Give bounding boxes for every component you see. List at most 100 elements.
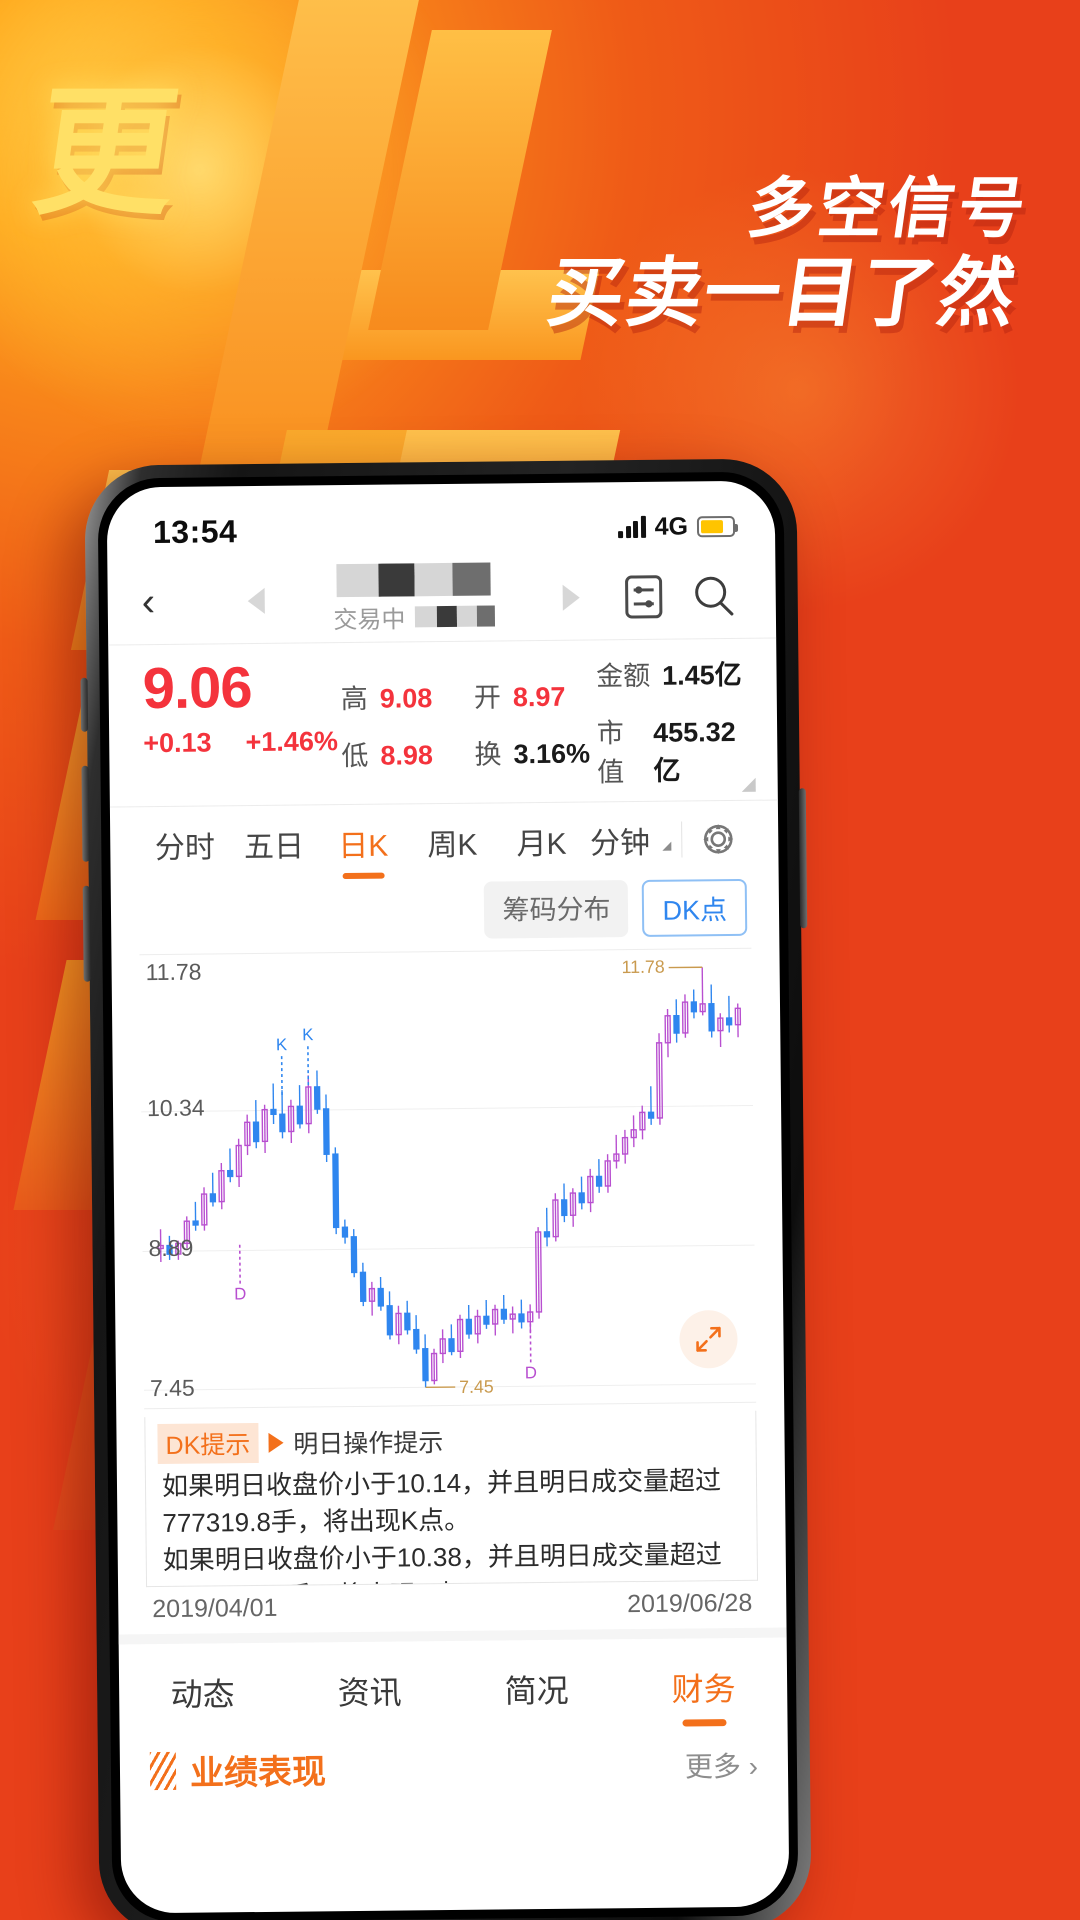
chip-dk-point[interactable]: DK点 [642,878,748,937]
quote-field-amount: 金额 1.45亿 [596,653,743,694]
tab-month-k[interactable]: 月K [497,819,587,880]
chart-overlay-chips: 筹码分布 DK点 [111,877,780,955]
slogan-line-1: 多空信号 [742,170,1034,247]
quote-value: 3.16% [513,737,591,769]
quote-value: 8.98 [380,739,434,771]
quote-value: 455.32亿 [652,716,736,786]
slogan-line-2: 买卖一目了然 [542,247,1023,337]
quote-label: 市值 [596,718,625,788]
tab-label: 分钟 [589,826,651,861]
quote-field-open: 开 8.97 [474,674,597,714]
status-badge: DK提示 [157,1423,259,1465]
tab-underline [681,1719,727,1727]
promo-screenshot: 更 多空信号 买卖一目了然 13:54 4G ‹ 交易中 9.06 +0.13 … [0,0,1080,1920]
tab-label: 资讯 [337,1674,402,1712]
svg-text:D: D [234,1284,246,1303]
tab-label: 动态 [170,1676,235,1713]
phone-volume-up-button [81,765,90,862]
y-axis-tick-min: 7.45 [149,1374,195,1402]
section-more-link[interactable]: 更多 › [685,1744,759,1785]
svg-text:D: D [525,1363,537,1382]
section-more-label: 更多 [684,1750,742,1783]
dk-tip-header: DK提示 明日操作提示 [145,1411,756,1468]
tab-caiwu[interactable]: 财务 [620,1663,788,1733]
stock-subtitle: 交易中 [333,598,495,635]
price-change-percent: +1.46% [245,726,339,757]
search-icon[interactable] [685,572,741,619]
quote-label: 高 [340,683,368,714]
section-title: 业绩表现 [189,1753,327,1793]
quote-panel: 9.06 +0.13 +1.46% 高 9.08 低 8.98 开 8.97 换… [108,638,778,808]
tab-label: 分时 [154,831,216,866]
tab-label: 月K [516,827,567,862]
tab-label: 财务 [671,1671,736,1708]
back-button[interactable]: ‹ [142,580,196,624]
sliders-icon[interactable] [615,574,671,619]
status-bar-network: 4G [654,511,689,541]
quote-expand-corner-icon[interactable] [741,777,756,792]
tab-zixun[interactable]: 资讯 [286,1667,454,1737]
status-bar-time: 13:54 [152,512,238,550]
tab-jiankuang[interactable]: 简况 [453,1665,621,1735]
dk-tip-subtitle: 明日操作提示 [293,1429,444,1459]
chart-date-range: 2019/04/01 2019/06/28 [118,1580,786,1634]
prev-stock-button[interactable] [247,587,265,614]
y-axis-tick-2: 10.34 [146,1094,205,1122]
dk-tip-line: 如果明日收盘价小于10.14，并且明日成交量超过777319.8手，将出现K点。 [161,1465,722,1538]
quote-column-open-turnover: 开 8.97 换 3.16% [473,654,597,790]
tab-minute[interactable]: 分钟 [586,818,676,879]
quote-column-amount-mktcap: 金额 1.45亿 市值 455.32亿 [596,653,744,790]
svg-text:11.78: 11.78 [621,957,664,978]
signal-bars-icon [618,515,646,539]
quote-field-low: 低 8.98 [341,732,475,772]
phone-screen: 13:54 4G ‹ 交易中 9.06 +0.13 +1.46% 高 9.08 … [106,480,790,1914]
promo-big-character: 更 [24,72,186,235]
tab-day-k[interactable]: 日K [318,820,408,881]
stock-name-redacted [336,562,491,598]
tab-wuri[interactable]: 五日 [229,821,319,882]
phone-power-button [798,788,808,929]
quote-field-market-cap: 市值 455.32亿 [597,710,744,790]
tab-fenshi[interactable]: 分时 [140,822,230,883]
promo-slogan: 多空信号 买卖一目了然 [542,170,1034,338]
expand-icon[interactable] [679,1309,738,1369]
next-stock-button[interactable] [562,584,580,611]
phone-mute-switch [80,677,89,732]
chart-date-end: 2019/06/28 [627,1588,753,1619]
quote-label: 换 [474,738,502,770]
candlestick-chart[interactable]: K K D D 11.78 7.45 11.78 10.34 8.89 7.45 [139,947,757,1410]
gear-icon[interactable] [688,819,749,876]
play-triangle-icon [268,1432,284,1453]
tab-week-k[interactable]: 周K [408,819,498,880]
chip-chip-distribution[interactable]: 筹码分布 [484,880,629,939]
chevron-right-icon: › [748,1750,759,1782]
dk-tip-panel[interactable]: DK提示 明日操作提示 如果明日收盘价小于10.14，并且明日成交量超过7773… [144,1410,759,1588]
section-header: 业绩表现 更多 › [120,1731,789,1795]
quote-primary: 9.06 +0.13 +1.46% [142,655,341,794]
price-change: +0.13 [143,727,212,759]
quote-label: 低 [341,740,369,771]
price-change-row: +0.13 +1.46% [143,726,341,759]
content-tabs: 动态 资讯 简况 财务 [118,1627,788,1739]
svg-text:K: K [276,1035,288,1054]
tab-label: 日K [338,829,389,864]
section-marker-icon [149,1751,177,1790]
nav-bar: ‹ 交易中 [107,552,777,646]
current-price: 9.06 [142,655,252,722]
quote-field-high: 高 9.08 [341,675,475,715]
quote-label: 开 [473,681,502,713]
dk-tip-line: 如果明日收盘价小于10.38，并且明日成交量超过1587027.9手，将出现K点… [162,1538,722,1587]
tab-dongtai[interactable]: 动态 [119,1669,287,1739]
tab-label: 周K [427,828,478,863]
y-axis-tick-3: 8.89 [148,1234,194,1262]
chart-period-tabs: 分时 五日 日K 周K 月K 分钟 [110,801,779,884]
stock-code-redacted [414,605,495,628]
y-axis-tick-max: 11.78 [145,958,202,986]
market-status-label: 交易中 [333,606,406,635]
stock-title: 交易中 [264,562,563,636]
dk-tip-body: 如果明日收盘价小于10.14，并且明日成交量超过777319.8手，将出现K点。… [146,1462,758,1587]
quote-value: 8.97 [512,681,566,712]
quote-value: 9.08 [379,682,433,714]
phone-mockup: 13:54 4G ‹ 交易中 9.06 +0.13 +1.46% 高 9.08 … [80,458,812,1920]
svg-text:K: K [302,1025,314,1044]
